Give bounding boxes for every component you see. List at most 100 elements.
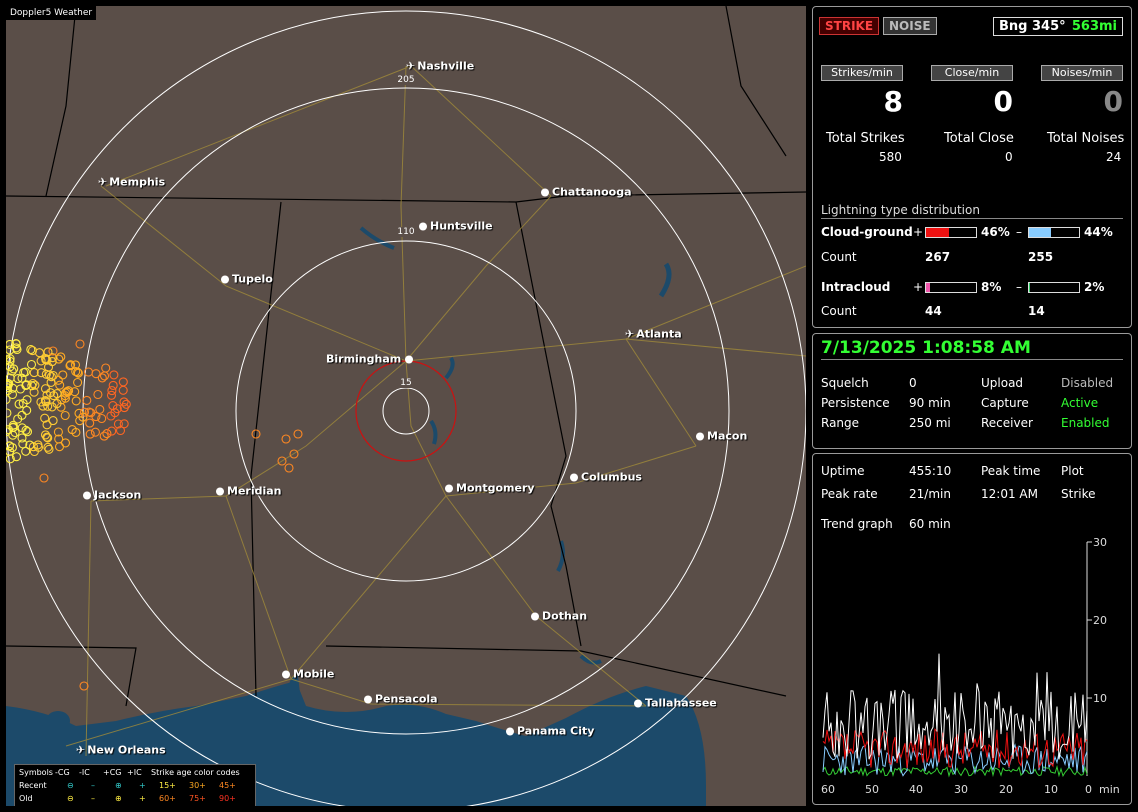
city-jackson: Jackson [83, 489, 141, 502]
city-dot-icon [419, 222, 427, 231]
cg-negative-bar [1028, 227, 1080, 238]
range-label: Range [821, 416, 860, 430]
squelch-value: 0 [909, 376, 917, 390]
cg-positive-pct: 46% [981, 225, 1010, 239]
capture-value: Active [1061, 396, 1099, 410]
cg-negative-pct: 44% [1084, 225, 1113, 239]
legend-age: 75+ [189, 794, 206, 803]
trend-graph: 30 20 10 60 50 40 30 20 10 0 min [821, 536, 1120, 796]
ring-label-110: 110 [396, 227, 416, 237]
strike-mark [90, 427, 100, 437]
y-tick-30: 30 [1093, 536, 1107, 549]
strike-mark [73, 377, 83, 388]
distribution-title: Lightning type distribution [821, 203, 980, 217]
uptime-value: 455:10 [909, 464, 952, 478]
trend-graph-label: Trend graph [821, 517, 893, 531]
squelch-label: Squelch [821, 376, 869, 390]
legend-ic-neg: -IC [79, 768, 90, 777]
strikes-per-min-label: Strikes/min [821, 65, 903, 81]
divider [821, 218, 1123, 219]
noise-button[interactable]: NOISE [883, 17, 937, 35]
legend-ic-pos: +IC [127, 768, 142, 777]
city-label: Memphis [109, 175, 166, 189]
city-dot-icon [445, 484, 453, 493]
city-label: Mobile [293, 667, 335, 681]
strike-mark [71, 396, 81, 406]
city-montgomery: Montgomery [445, 482, 535, 495]
close-per-min-label: Close/min [931, 65, 1013, 81]
legend-plus-icon: + [139, 794, 146, 803]
city-dot-icon [216, 487, 224, 496]
highways [65, 65, 806, 757]
strike-mark [107, 426, 117, 436]
cg-plus-sign: + [913, 225, 924, 239]
persistence-value: 90 min [909, 396, 951, 410]
cg-negative-count: 255 [1028, 250, 1054, 264]
x-tick: 30 [954, 783, 968, 796]
capture-label: Capture [981, 396, 1029, 410]
airport-icon: ✈ [406, 59, 416, 73]
lake [579, 654, 602, 665]
city-dot-icon [541, 188, 549, 197]
strike-mark [85, 429, 95, 439]
total-strikes-label: Total Strikes [826, 131, 905, 146]
city-huntsville: Huntsville [419, 220, 493, 233]
close-per-min-value: 0 [993, 85, 1013, 118]
lake [658, 262, 672, 298]
legend-cg-neg: -CG [55, 768, 70, 777]
city-dot-icon [221, 275, 229, 284]
city-label: Dothan [542, 609, 588, 623]
strike-mark [99, 371, 110, 381]
legend-old-label: Old [19, 794, 33, 803]
y-tick-10: 10 [1093, 692, 1107, 705]
strike-mark [60, 438, 71, 448]
ic-positive-bar [925, 282, 977, 293]
total-noises-value: 24 [1106, 150, 1122, 164]
ring-label-205: 205 [396, 75, 416, 85]
trend-series [822, 653, 1088, 778]
strike-mark [17, 433, 27, 443]
strike-mark [118, 385, 128, 395]
receiver-value: Enabled [1061, 416, 1110, 430]
strike-mark [118, 377, 128, 387]
cg-minus-sign: – [1016, 225, 1022, 239]
bearing-distance: 563mi [1071, 19, 1117, 34]
total-noises-label: Total Noises [1047, 131, 1125, 146]
legend-dash-icon: – [91, 781, 95, 790]
strike-mark [55, 380, 65, 390]
strike-button[interactable]: STRIKE [819, 17, 880, 35]
strike-mark [34, 348, 45, 358]
range-ring-110 [235, 240, 577, 582]
city-meridian: Meridian [216, 485, 282, 498]
peak-rate-label: Peak rate [821, 487, 878, 501]
strike-stats-panel: STRIKE NOISE Bng 345° 563mi Strikes/min … [812, 6, 1132, 328]
city-panama-city: Panama City [506, 725, 594, 738]
range-value: 250 mi [909, 416, 951, 430]
persistence-label: Persistence [821, 396, 890, 410]
city-atlanta: ✈ Atlanta [625, 328, 682, 341]
city-label: New Orleans [87, 743, 166, 757]
strike-mark [293, 429, 303, 439]
strike-mark [109, 370, 119, 380]
ic-positive-pct: 8% [981, 280, 1002, 294]
city-label: Nashville [417, 59, 475, 73]
lightning-map[interactable]: Doppler5 Weather 205 110 15 ✈ Nashville ✈ M… [6, 6, 806, 806]
cg-positive-bar [925, 227, 977, 238]
legend-symbols-label: Symbols [19, 768, 53, 777]
app-title: Doppler5 Weather [6, 6, 97, 20]
strike-mark [108, 380, 118, 390]
legend-recent-label: Recent [19, 781, 47, 790]
city-label: Columbus [581, 470, 642, 484]
legend-age: 60+ [159, 794, 176, 803]
legend-age: 30+ [189, 781, 206, 790]
uptime-label: Uptime [821, 464, 865, 478]
city-label: Tallahassee [645, 696, 717, 710]
city-dot-icon [570, 473, 578, 482]
city-label: Pensacola [375, 692, 438, 706]
city-dot-icon [405, 355, 414, 364]
strike-legend: Symbols -CG -IC +CG +IC Strike age color… [14, 764, 256, 806]
plot-value[interactable]: Strike [1061, 487, 1096, 501]
lake [359, 226, 395, 250]
noises-per-min-value: 0 [1103, 85, 1123, 118]
range-ring-15 [382, 387, 430, 435]
